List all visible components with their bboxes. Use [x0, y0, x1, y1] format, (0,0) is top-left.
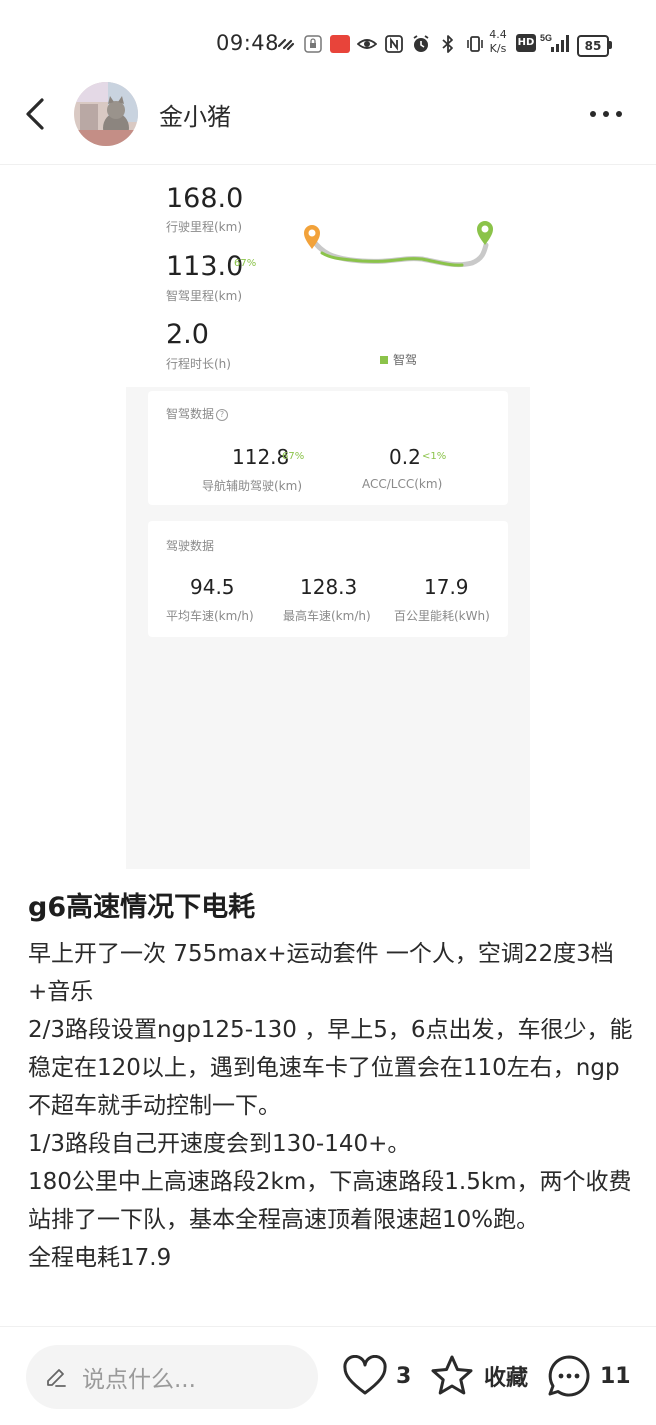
trip-overview-panel: 168.0 行驶里程(km) 113.0 67% 智驾里程(km) 2.0 行程… — [126, 165, 530, 387]
help-icon[interactable]: ? — [216, 408, 229, 421]
ngp-percent: 67% — [282, 451, 305, 462]
author-name[interactable]: 金小猪 — [159, 97, 231, 132]
duration-label: 行程时长(h) — [166, 357, 231, 371]
route-map — [304, 221, 493, 268]
max-speed-label: 最高车速(km/h) — [283, 609, 371, 623]
like-count: 3 — [396, 1363, 412, 1389]
lock-notification-icon — [304, 35, 322, 53]
acc-percent: <1% — [422, 451, 447, 462]
avatar[interactable] — [74, 82, 138, 146]
bluetooth-icon — [442, 35, 453, 53]
vibrate-icon — [467, 36, 483, 52]
eye-icon — [357, 39, 377, 49]
smart-data-title: 智驾数据? — [166, 405, 229, 422]
status-icons — [276, 30, 485, 58]
max-speed-value: 128.3 — [300, 575, 358, 599]
distance-label: 行驶里程(km) — [166, 220, 243, 234]
post-paragraph: 全程电耗17.9 — [28, 1245, 172, 1271]
network-speed: 4.4 K/s — [484, 28, 512, 56]
legend-swatch — [380, 355, 388, 364]
post-paragraph: 2/3路段设置ngp125-130 ，早上5，6点出发，车很少，能稳定在120以… — [28, 1017, 633, 1119]
avg-speed-value: 94.5 — [190, 575, 235, 599]
post-title: g6高速情况下电耗 — [28, 892, 256, 923]
status-bar: 09:48 4.4 K/s HD 5G 85 — [0, 0, 656, 80]
collect-label: 收藏 — [484, 1366, 529, 1391]
duration-value: 2.0 — [166, 319, 209, 350]
network-speed-value: 4.4 — [489, 28, 507, 41]
post-header: 金小猪 — [0, 80, 656, 165]
like-button[interactable]: 3 — [342, 1351, 411, 1401]
battery-icon: 85 — [577, 35, 609, 57]
acc-value: 0.2 — [389, 445, 421, 469]
collect-button[interactable]: 收藏 — [428, 1351, 528, 1401]
map-legend: 智驾 — [380, 351, 417, 368]
trip-summary-image[interactable]: 168.0 行驶里程(km) 113.0 67% 智驾里程(km) 2.0 行程… — [126, 165, 530, 869]
back-button[interactable] — [20, 94, 56, 134]
pen-icon — [47, 1369, 66, 1387]
status-time: 09:48 — [216, 31, 280, 55]
distance-value: 168.0 — [166, 183, 244, 214]
battery-tip — [609, 41, 612, 49]
legend-label: 智驾 — [393, 353, 418, 367]
comment-placeholder: 说点什么... — [82, 1367, 196, 1393]
heart-icon — [343, 1355, 387, 1395]
ngp-value: 112.8 — [232, 445, 290, 469]
comment-count: 11 — [600, 1363, 631, 1389]
post-paragraph: 1/3路段自己开速度会到130-140+。 — [28, 1131, 411, 1157]
nfc-icon — [385, 35, 403, 53]
smart-distance-label: 智驾里程(km) — [166, 289, 243, 303]
comment-input[interactable]: 说点什么... — [26, 1345, 318, 1409]
smart-distance-value: 113.0 — [166, 251, 244, 282]
post-body: 早上开了一次 755max+运动套件 一个人，空调22度3档 +音乐 2/3路段… — [28, 935, 636, 1277]
acc-label: ACC/LCC(km) — [362, 477, 443, 491]
signal-label: 5G — [540, 33, 552, 43]
energy-label: 百公里能耗(kWh) — [394, 609, 490, 623]
link-icon — [277, 38, 295, 51]
signal-icon: 5G — [540, 33, 569, 52]
driving-data-card: 驾驶数据 94.5 平均车速(km/h) 128.3 最高车速(km/h) 17… — [148, 521, 508, 637]
smart-driving-card: 智驾数据? 112.8 67% 导航辅助驾驶(km) 0.2 <1% ACC/L… — [148, 391, 508, 505]
ngp-label: 导航辅助驾驶(km) — [202, 479, 303, 493]
more-options-icon[interactable] — [586, 96, 626, 132]
smart-data-title-text: 智驾数据 — [166, 407, 215, 421]
star-icon — [431, 1355, 473, 1395]
post-paragraph: 早上开了一次 755max+运动套件 一个人，空调22度3档 +音乐 — [28, 941, 614, 1005]
app-notification-icon — [330, 35, 350, 53]
alarm-icon — [413, 35, 429, 52]
hd-badge: HD — [516, 34, 536, 52]
avg-speed-label: 平均车速(km/h) — [166, 609, 254, 623]
smart-distance-percent: 67% — [234, 258, 257, 269]
comment-icon — [548, 1355, 590, 1397]
post-paragraph: 180公里中上高速路段2km，下高速路段1.5km，两个收费站排了一下队，基本全… — [28, 1169, 632, 1233]
comment-button[interactable]: 11 — [546, 1351, 631, 1401]
end-marker-icon — [477, 221, 493, 245]
energy-value: 17.9 — [424, 575, 469, 599]
bottom-action-bar: 说点什么... 3 收藏 11 — [0, 1326, 656, 1425]
battery-level: 85 — [584, 39, 602, 53]
network-speed-unit: K/s — [489, 42, 507, 55]
drive-data-title: 驾驶数据 — [166, 539, 215, 553]
